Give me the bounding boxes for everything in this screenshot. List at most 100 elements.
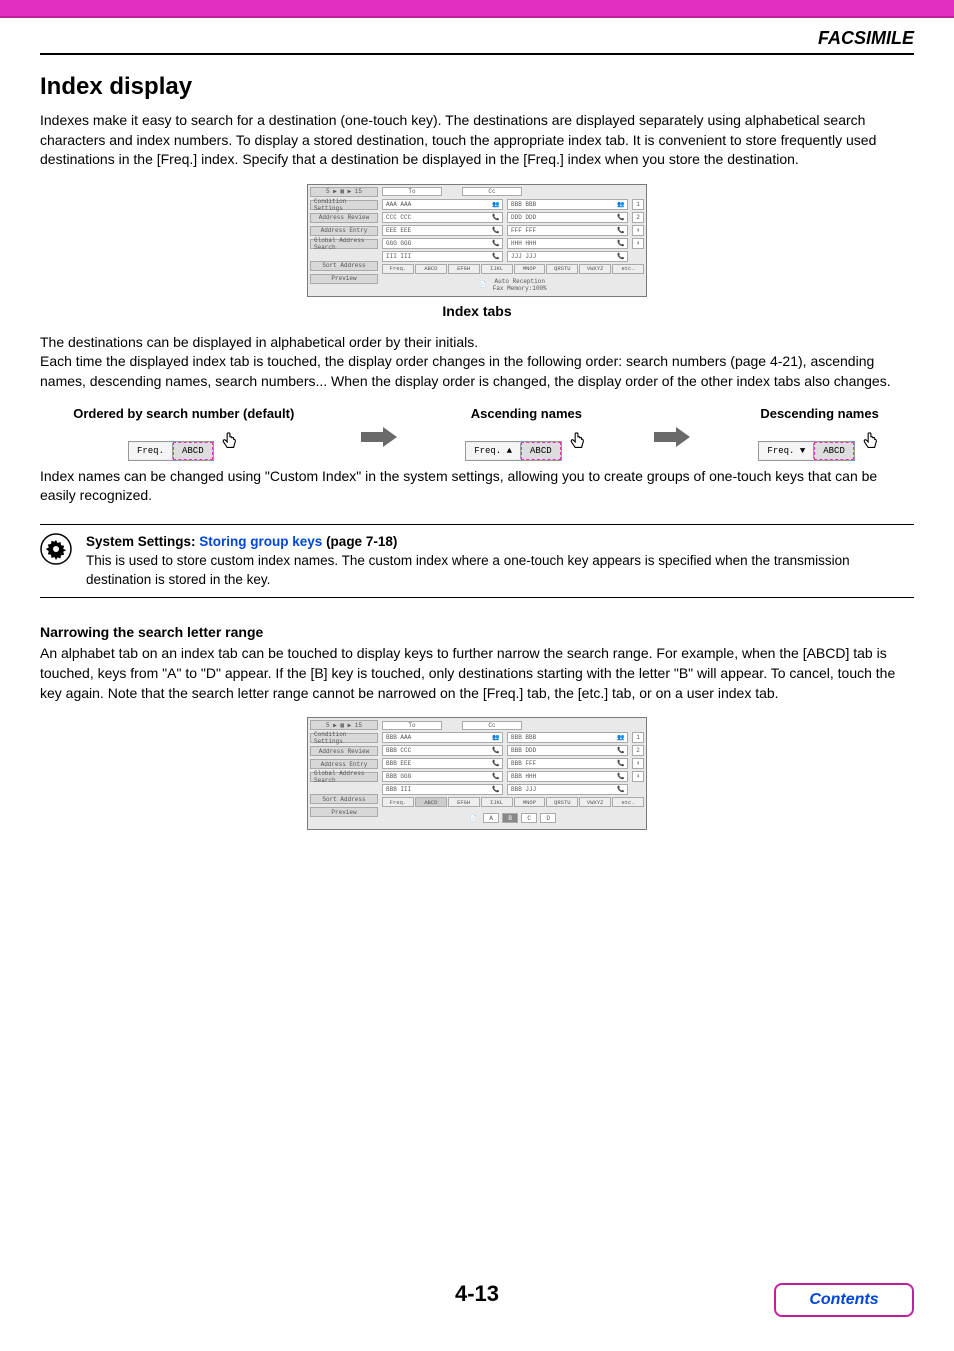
dest-cell[interactable]: AAA AAA👥 [382,199,503,210]
phone-icon: 📞 [492,760,499,767]
screenshot-caption: Index tabs [40,303,914,319]
index-tab-abcd[interactable]: ABCD [415,797,447,807]
scroll-down-button[interactable]: ⬇ [632,238,644,249]
address-book-screenshot-1: 5 ▶ ▦ ▶ 15 Condition Settings Address Re… [307,184,647,297]
dest-cell[interactable]: BBB DDD📞 [507,745,628,756]
index-tab-mnop[interactable]: MNOP [514,797,546,807]
index-tab-freq[interactable]: Freq. [382,797,414,807]
index-tab-vwxyz[interactable]: VWXYZ [579,264,611,274]
mini-tab-freq[interactable]: Freq. [129,443,173,459]
scroll-up-button[interactable]: ⬆ [632,225,644,236]
dest-cell[interactable]: BBB FFF📞 [507,758,628,769]
sort-address-button[interactable]: Sort Address [310,794,378,804]
dest-cell[interactable]: HHH HHH📞 [507,238,628,249]
header-rule [40,53,914,55]
sort-order-row: Ordered by search number (default) Freq.… [40,406,914,461]
index-tab-mnop[interactable]: MNOP [514,264,546,274]
callout-body-text: This is used to store custom index names… [86,552,914,590]
top-accent-bar [0,0,954,18]
cc-tab[interactable]: Cc [462,721,522,730]
dest-cell[interactable]: BBB BBB👥 [507,199,628,210]
group-icon: 👥 [617,201,624,208]
dest-cell[interactable]: BBB AAA👥 [382,732,503,743]
sort-label-asc: Ascending names [465,406,587,421]
auto-reception-label: Auto Reception [493,278,547,285]
sort-label-desc: Descending names [758,406,880,421]
phone-icon: 📞 [492,253,499,260]
global-address-search-button[interactable]: Global Address Search [310,239,378,249]
index-tab-ijkl[interactable]: IJKL [481,264,513,274]
condition-settings-button[interactable]: Condition Settings [310,733,378,743]
dest-cell[interactable]: EEE EEE📞 [382,225,503,236]
dest-cell[interactable]: BBB III📞 [382,784,503,795]
preview-button[interactable]: Preview [310,807,378,817]
scroll-down-button[interactable]: ⬇ [632,771,644,782]
mini-tab-abcd[interactable]: ABCD [173,442,213,460]
dest-cell[interactable]: FFF FFF📞 [507,225,628,236]
callout-prefix: System Settings: [86,534,199,549]
to-tab[interactable]: To [382,721,442,730]
mini-tab-freq[interactable]: Freq. ▲ [466,443,521,459]
sort-address-button[interactable]: Sort Address [310,261,378,271]
cc-tab[interactable]: Cc [462,187,522,196]
dest-cell[interactable]: BBB BBB👥 [507,732,628,743]
dest-cell[interactable]: CCC CCC📞 [382,212,503,223]
index-tab-qrstu[interactable]: QRSTU [546,797,578,807]
index-tab-etc[interactable]: etc. [612,264,644,274]
index-tab-efgh[interactable]: EFGH [448,264,480,274]
phone-icon: 📞 [492,227,499,234]
breadcrumb-bar: 5 ▶ ▦ ▶ 15 [310,187,378,197]
custom-index-paragraph: Index names can be changed using "Custom… [40,467,914,506]
letter-tab-c[interactable]: C [521,813,537,823]
address-review-button[interactable]: Address Review [310,213,378,223]
dest-cell[interactable]: GGG GGG📞 [382,238,503,249]
phone-icon: 📞 [617,760,624,767]
phone-icon: 📞 [492,773,499,780]
scroll-up-button[interactable]: ⬆ [632,758,644,769]
mini-tab-abcd[interactable]: ABCD [814,442,854,460]
group-icon: 👥 [492,201,499,208]
dest-cell[interactable]: BBB JJJ📞 [507,784,628,795]
dest-cell[interactable]: BBB CCC📞 [382,745,503,756]
phone-icon: 📞 [617,227,624,234]
to-tab[interactable]: To [382,187,442,196]
preview-thumb-icon: 📄 [479,281,486,288]
index-tab-abcd[interactable]: ABCD [415,264,447,274]
dest-cell[interactable]: DDD DDD📞 [507,212,628,223]
contents-button[interactable]: Contents [774,1283,914,1317]
preview-button[interactable]: Preview [310,274,378,284]
global-address-search-button[interactable]: Global Address Search [310,772,378,782]
index-tab-vwxyz[interactable]: VWXYZ [579,797,611,807]
touch-hand-icon [218,429,240,456]
page-indicator: 1 [632,199,644,210]
mini-tab-freq[interactable]: Freq. ▼ [759,443,814,459]
dest-cell[interactable]: III III📞 [382,251,503,262]
index-tab-freq[interactable]: Freq. [382,264,414,274]
condition-settings-button[interactable]: Condition Settings [310,200,378,210]
phone-icon: 📞 [617,214,624,221]
sort-label-default: Ordered by search number (default) [73,406,294,421]
address-entry-button[interactable]: Address Entry [310,226,378,236]
storing-group-keys-link[interactable]: Storing group keys [199,534,322,549]
index-tab-ijkl[interactable]: IJKL [481,797,513,807]
address-review-button[interactable]: Address Review [310,746,378,756]
dest-cell[interactable]: JJJ JJJ📞 [507,251,628,262]
touch-hand-icon [566,429,588,456]
dest-cell[interactable]: BBB GGG📞 [382,771,503,782]
address-entry-button[interactable]: Address Entry [310,759,378,769]
index-tab-qrstu[interactable]: QRSTU [546,264,578,274]
dest-cell[interactable]: BBB EEE📞 [382,758,503,769]
dest-cell[interactable]: BBB HHH📞 [507,771,628,782]
mini-tab-abcd[interactable]: ABCD [521,442,561,460]
index-tab-etc[interactable]: etc. [612,797,644,807]
section-header: FACSIMILE [818,28,914,48]
touch-hand-icon [859,429,881,456]
letter-tab-d[interactable]: D [540,813,556,823]
letter-tab-b[interactable]: B [502,813,518,823]
preview-thumb-icon: 📄 [470,815,477,822]
arrow-right-icon [361,428,399,446]
page-title: Index display [40,73,914,101]
letter-tab-a[interactable]: A [483,813,499,823]
phone-icon: 📞 [617,773,624,780]
index-tab-efgh[interactable]: EFGH [448,797,480,807]
